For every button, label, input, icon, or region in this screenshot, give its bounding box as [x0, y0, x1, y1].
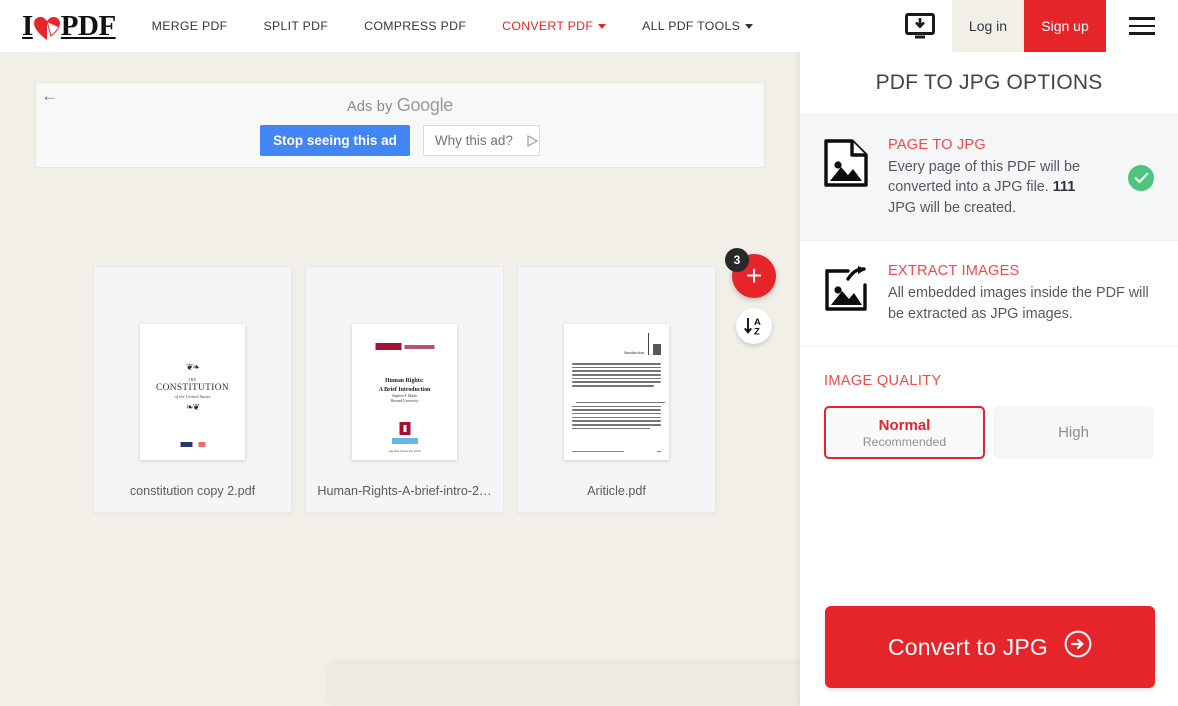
publisher-mark-icon — [399, 422, 410, 435]
play-triangle-icon — [520, 134, 538, 147]
nav-split-pdf-label: SPLIT PDF — [263, 19, 329, 33]
thumb-page-footer — [572, 450, 661, 452]
harvard-logo-icon — [375, 343, 434, 350]
top-header: I PDF MERGE PDF SPLIT PDF COMPRESS PDF C… — [0, 0, 1178, 52]
why-this-ad-label: Why this ad? — [434, 133, 513, 148]
thumb-subtitle: of the United States — [174, 394, 211, 399]
header-actions: Log in Sign up — [888, 0, 1178, 52]
bottom-panel — [330, 664, 800, 706]
ornament-bottom: ❧❦ — [185, 402, 200, 412]
nav-merge-pdf[interactable]: MERGE PDF — [134, 0, 246, 52]
option-desc-before: Every page of this PDF will be converted… — [888, 159, 1080, 196]
file-thumbnail: Human Rights: A Brief Introduction Steph… — [352, 324, 457, 460]
nav-convert-pdf[interactable]: CONVERT PDF — [484, 0, 624, 52]
desktop-download-icon[interactable] — [888, 0, 952, 52]
publisher-wordmark-icon — [391, 438, 418, 444]
signup-button-label: Sign up — [1041, 18, 1089, 34]
quality-normal-sublabel: Recommended — [862, 434, 947, 449]
ad-controls: Stop seeing this ad Why this ad? — [36, 125, 764, 156]
nav-compress-pdf-label: COMPRESS PDF — [364, 19, 467, 33]
files-workspace: ← Ads by Google Stop seeing this ad Why … — [0, 52, 800, 706]
logo-text-pdf: PDF — [60, 9, 116, 42]
options-sidebar: PDF TO JPG OPTIONS PAGE TO JPG Every pag… — [800, 52, 1178, 706]
file-list: ❦❧ THE CONSTITUTION of the United States… — [93, 266, 716, 513]
chevron-down-icon — [745, 24, 754, 30]
ilovepdf-logo[interactable]: I PDF — [0, 0, 134, 52]
option-text: EXTRACT IMAGES All embedded images insid… — [888, 263, 1154, 324]
signup-button[interactable]: Sign up — [1024, 0, 1106, 52]
nav-all-pdf-tools-label: ALL PDF TOOLS — [642, 19, 741, 33]
thumb-title: CONSTITUTION — [156, 383, 229, 393]
file-name: Ariticle.pdf — [587, 484, 646, 498]
sort-files-button[interactable]: A Z — [736, 308, 772, 344]
ads-by-prefix: Ads by — [346, 99, 397, 115]
thumb-paragraph — [572, 363, 661, 387]
nav-all-pdf-tools[interactable]: ALL PDF TOOLS — [624, 0, 771, 52]
option-title: EXTRACT IMAGES — [888, 263, 1020, 280]
option-title: PAGE TO JPG — [888, 137, 986, 153]
nav-split-pdf[interactable]: SPLIT PDF — [245, 0, 346, 52]
quality-option-high[interactable]: High — [993, 406, 1154, 460]
option-description: Every page of this PDF will be converted… — [888, 157, 1106, 218]
quality-normal-label: Normal — [878, 416, 931, 434]
nav-merge-pdf-label: MERGE PDF — [151, 19, 228, 33]
quality-high-label: High — [1058, 424, 1089, 442]
chevron-down-icon — [598, 24, 607, 30]
nav-compress-pdf[interactable]: COMPRESS PDF — [346, 0, 484, 52]
thumb-constitution: ❦❧ THE CONSTITUTION of the United States… — [140, 324, 245, 447]
thumb-page-header: Introduction — [572, 333, 661, 355]
image-export-icon — [824, 263, 870, 318]
image-file-icon — [824, 137, 870, 192]
flag-bar-icon — [180, 442, 205, 447]
logo-letter-i: I — [22, 9, 33, 42]
hamburger-menu-icon[interactable] — [1106, 0, 1178, 52]
convert-action-area: Convert to JPG — [825, 606, 1155, 688]
thumb-human-rights: Human Rights: A Brief Introduction Steph… — [352, 324, 457, 460]
file-name: constitution copy 2.pdf — [129, 484, 256, 498]
login-button-label: Log in — [968, 18, 1008, 34]
file-count-badge: 3 — [725, 248, 749, 272]
why-this-ad-button[interactable]: Why this ad? — [422, 125, 540, 156]
file-name: Human-Rights-A-brief-intro-2… — [317, 484, 492, 498]
thumb-header-label: Introduction — [624, 350, 644, 355]
thumb-paragraph — [572, 401, 666, 430]
image-quality-options: Normal Recommended High — [824, 406, 1154, 460]
option-extract-images[interactable]: EXTRACT IMAGES All embedded images insid… — [800, 240, 1178, 346]
thumb-footer: Harvard University 2016 — [388, 449, 421, 453]
arrow-circle-right-icon — [1064, 630, 1092, 664]
crest-icon — [653, 344, 661, 355]
ornament-top: ❦❧ — [185, 362, 200, 372]
convert-to-jpg-button[interactable]: Convert to JPG — [825, 606, 1155, 688]
thumb-the-label: THE — [188, 378, 197, 382]
convert-button-label: Convert to JPG — [887, 633, 1049, 660]
sort-az-icon: A Z — [744, 317, 761, 337]
ads-by-google-label: Ads by Google — [36, 95, 764, 116]
file-card[interactable]: Introduction Ariticle.pdf — [517, 266, 716, 513]
thumb-article: Introduction — [564, 324, 669, 460]
svg-text:Z: Z — [754, 327, 760, 337]
file-thumbnail: ❦❧ THE CONSTITUTION of the United States… — [140, 324, 245, 460]
advertisement-banner: ← Ads by Google Stop seeing this ad Why … — [35, 82, 765, 168]
option-desc-after: JPG will be created. — [888, 199, 1016, 216]
heart-icon — [33, 14, 60, 40]
option-text: PAGE TO JPG Every page of this PDF will … — [888, 137, 1106, 218]
option-description: All embedded images inside the PDF will … — [888, 285, 1149, 322]
quality-option-normal[interactable]: Normal Recommended — [824, 406, 985, 460]
image-quality-label: IMAGE QUALITY — [824, 373, 942, 390]
file-card[interactable]: Human Rights: A Brief Introduction Steph… — [305, 266, 504, 513]
file-card[interactable]: ❦❧ THE CONSTITUTION of the United States… — [93, 266, 292, 513]
page-title: PDF TO JPG OPTIONS — [875, 71, 1103, 94]
thumb-title: Human Rights: A Brief Introduction — [378, 378, 431, 393]
nav-convert-pdf-label: CONVERT PDF — [502, 19, 594, 33]
image-quality-section: IMAGE QUALITY Normal Recommended High — [800, 346, 1178, 460]
option-desc-count: 111 — [1052, 179, 1076, 196]
check-circle-icon — [1128, 164, 1154, 191]
stop-seeing-ad-button[interactable]: Stop seeing this ad — [260, 125, 410, 156]
login-button[interactable]: Log in — [952, 0, 1024, 52]
main-nav: MERGE PDF SPLIT PDF COMPRESS PDF CONVERT… — [134, 0, 771, 52]
file-thumbnail: Introduction — [564, 324, 669, 460]
option-page-to-jpg[interactable]: PAGE TO JPG Every page of this PDF will … — [800, 114, 1178, 241]
google-wordmark: Google — [396, 95, 454, 115]
thumb-author: Stephen P. Marks Harvard University — [390, 394, 419, 404]
